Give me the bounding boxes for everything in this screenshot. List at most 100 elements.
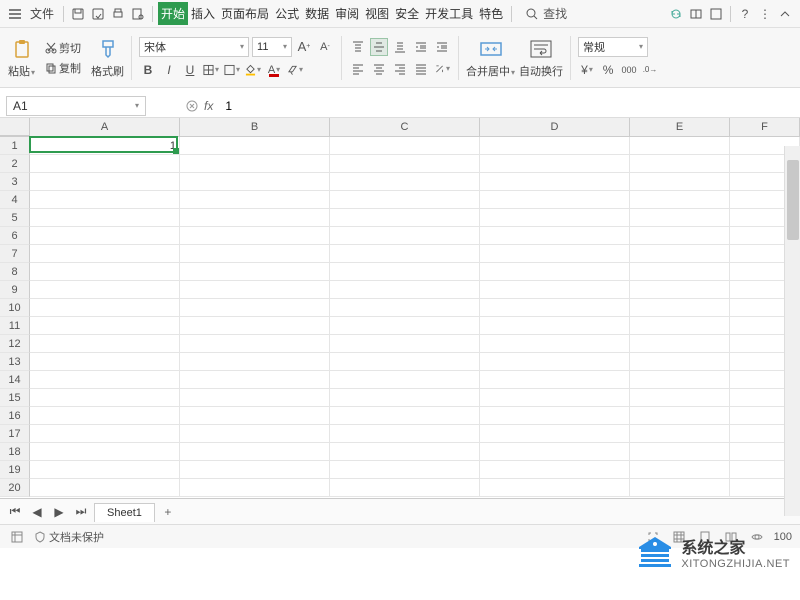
cell[interactable] [180,443,330,461]
vertical-scrollbar[interactable] [784,146,800,516]
cell[interactable] [30,317,180,335]
format-painter-button[interactable]: 格式刷 [91,37,124,79]
tab-review[interactable]: 审阅 [332,2,362,25]
cell[interactable] [480,173,630,191]
cell[interactable] [630,191,730,209]
sync-icon[interactable] [667,5,685,23]
cell[interactable] [480,299,630,317]
increase-font-icon[interactable]: A+ [295,38,313,56]
tab-start[interactable]: 开始 [158,2,188,25]
cell[interactable] [480,245,630,263]
cell[interactable] [30,155,180,173]
cell[interactable] [180,191,330,209]
cell[interactable] [480,335,630,353]
sheet-nav-prev-icon[interactable]: ◀ [28,503,46,521]
cell[interactable] [330,155,480,173]
row-header[interactable]: 14 [0,371,30,389]
cell[interactable] [480,317,630,335]
cell[interactable] [180,479,330,497]
cell[interactable] [180,299,330,317]
row-header[interactable]: 2 [0,155,30,173]
row-header[interactable]: 18 [0,443,30,461]
cell[interactable] [480,353,630,371]
cell[interactable] [630,443,730,461]
cell[interactable] [630,299,730,317]
align-middle-icon[interactable] [370,38,388,56]
row-header[interactable]: 7 [0,245,30,263]
cell[interactable] [330,299,480,317]
cell[interactable] [330,407,480,425]
cell[interactable] [30,173,180,191]
cell[interactable] [630,479,730,497]
save-icon[interactable] [69,5,87,23]
tab-layout[interactable]: 页面布局 [218,2,272,25]
cell[interactable] [30,479,180,497]
doc-protect-status[interactable]: 文档未保护 [34,529,104,545]
cell[interactable] [180,209,330,227]
auto-wrap-button[interactable]: 自动换行 [519,37,563,79]
cell[interactable] [630,407,730,425]
sheet-tab[interactable]: Sheet1 [94,503,155,522]
row-header[interactable]: 9 [0,281,30,299]
cell[interactable] [480,191,630,209]
window-icon[interactable] [707,5,725,23]
cell[interactable] [330,137,480,155]
italic-icon[interactable]: I [160,61,178,79]
row-header[interactable]: 4 [0,191,30,209]
decrease-font-icon[interactable]: A- [316,38,334,56]
cell[interactable] [330,461,480,479]
cell[interactable] [630,461,730,479]
select-all-corner[interactable] [0,118,30,136]
cell[interactable] [330,371,480,389]
hamburger-icon[interactable] [6,5,24,23]
row-header[interactable]: 19 [0,461,30,479]
copy-button[interactable]: 复制 [42,59,84,77]
row-header[interactable]: 17 [0,425,30,443]
cell[interactable] [630,281,730,299]
cell[interactable] [480,389,630,407]
add-sheet-button[interactable]: + [159,503,177,521]
row-header[interactable]: 5 [0,209,30,227]
tab-security[interactable]: 安全 [392,2,422,25]
row-header[interactable]: 3 [0,173,30,191]
cell[interactable] [30,263,180,281]
cell[interactable] [30,209,180,227]
tab-insert[interactable]: 插入 [188,2,218,25]
align-bottom-icon[interactable] [391,38,409,56]
search-area[interactable]: 查找 [525,5,567,22]
cell[interactable] [480,371,630,389]
cell[interactable] [630,335,730,353]
cell[interactable] [480,425,630,443]
tab-devtools[interactable]: 开发工具 [422,2,476,25]
cell[interactable] [630,353,730,371]
cell[interactable] [630,137,730,155]
file-menu[interactable]: 文件 [26,3,58,24]
scrollbar-thumb[interactable] [787,160,799,240]
cell[interactable] [330,281,480,299]
column-header[interactable]: A [30,118,180,136]
cells-area[interactable]: 1 [30,137,800,497]
fill-color-icon[interactable] [244,61,262,79]
cell[interactable] [330,227,480,245]
sheet-nav-next-icon[interactable]: ▶ [50,503,68,521]
row-header[interactable]: 16 [0,407,30,425]
align-justify-icon[interactable] [412,60,430,78]
cell[interactable] [630,317,730,335]
cell[interactable] [180,335,330,353]
cell[interactable] [180,317,330,335]
print-preview-icon[interactable] [129,5,147,23]
row-header[interactable]: 6 [0,227,30,245]
column-header[interactable]: B [180,118,330,136]
cell[interactable] [180,155,330,173]
cell[interactable] [30,227,180,245]
cell[interactable] [180,353,330,371]
indent-decrease-icon[interactable] [412,38,430,56]
share-icon[interactable] [687,5,705,23]
tab-formula[interactable]: 公式 [272,2,302,25]
cell[interactable] [480,479,630,497]
sheet-nav-last-icon[interactable]: ⏭ [72,503,90,521]
cell[interactable] [30,461,180,479]
column-header[interactable]: D [480,118,630,136]
percent-icon[interactable]: % [599,61,617,79]
save-as-icon[interactable] [89,5,107,23]
